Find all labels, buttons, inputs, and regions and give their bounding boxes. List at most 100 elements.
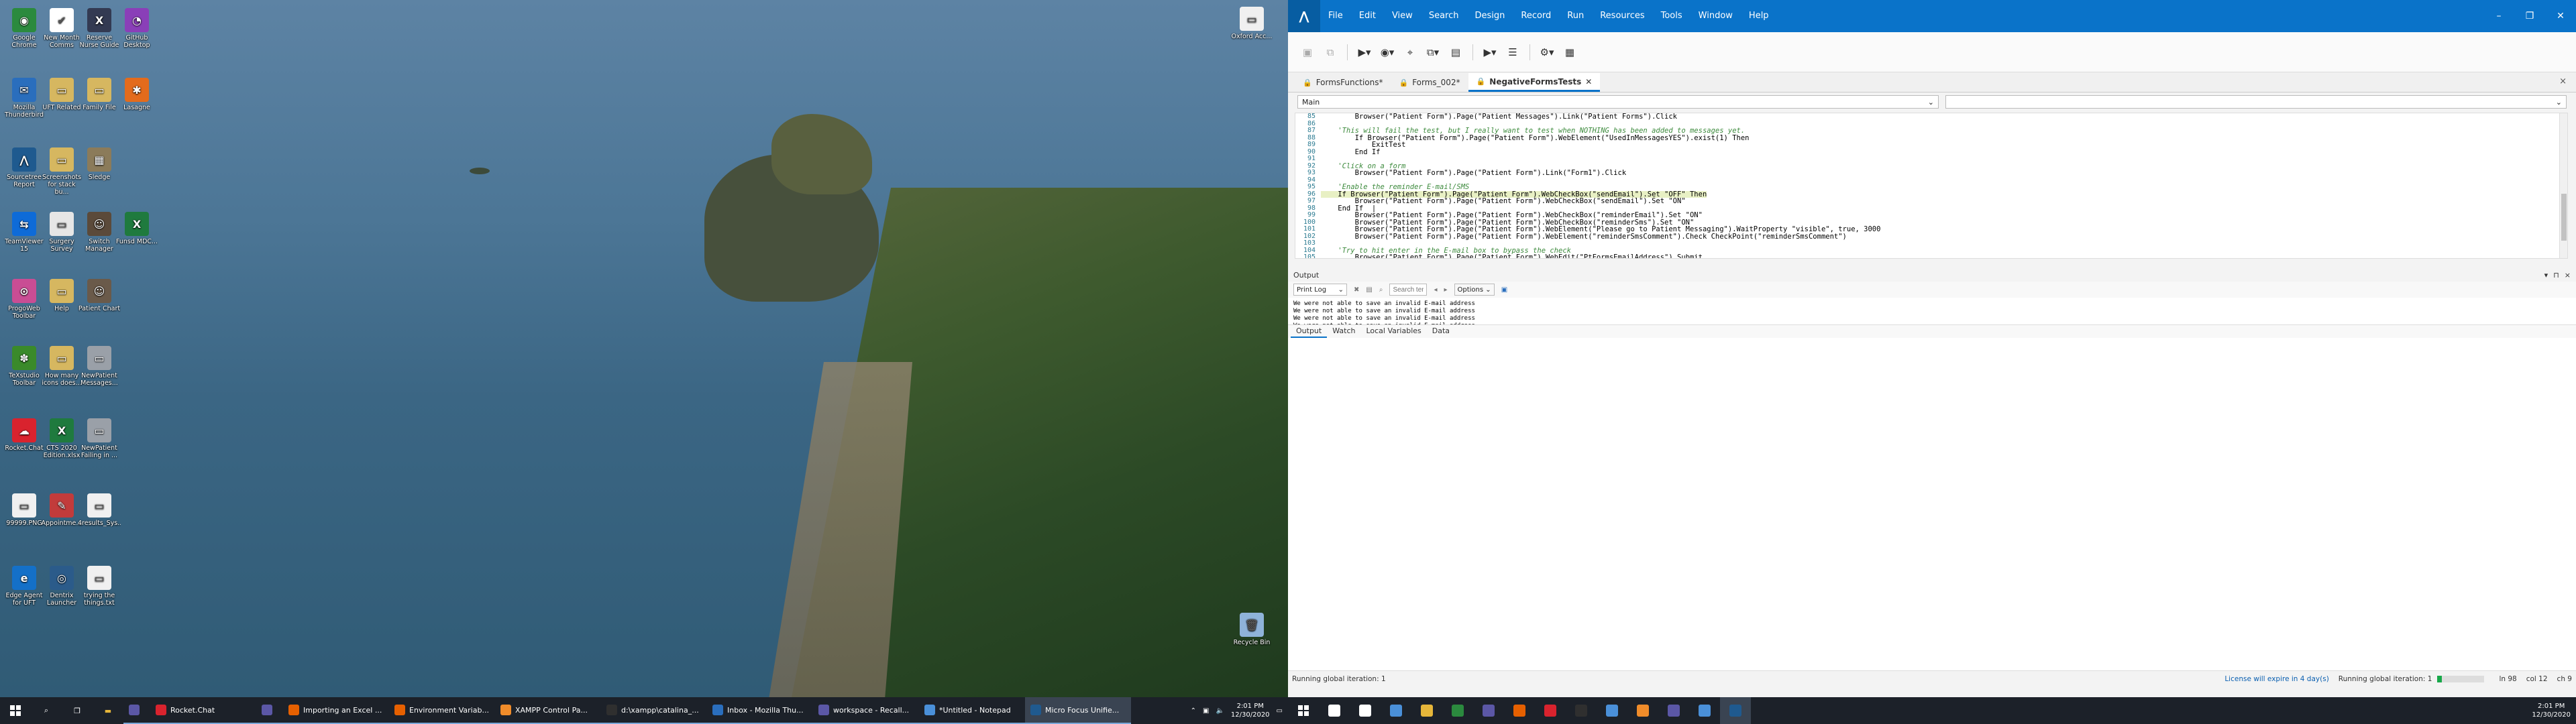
desktop-icon[interactable]: ▭ NewPatient Messages... [78,346,121,387]
desktop-icon[interactable]: 🗑 Recycle Bin [1230,613,1273,646]
chevron-up-icon[interactable]: ⌃ [1191,707,1196,715]
taskbar-app[interactable] [1689,697,1720,724]
desktop-icon[interactable]: ⊙ ProgoWeb Toolbar [3,279,46,320]
scope-select[interactable]: Main ⌄ [1297,95,1939,109]
taskbar-task[interactable]: Inbox - Mozilla Thu... [707,697,813,724]
menu-view[interactable]: View [1384,0,1421,32]
taskbar-app[interactable] [1411,697,1442,724]
menu-resources[interactable]: Resources [1592,0,1652,32]
close-icon[interactable]: × [2565,271,2571,280]
editor-scrollbar[interactable] [2559,113,2567,258]
desktop-icon[interactable]: ◉ Google Chrome [3,8,46,49]
next-icon[interactable]: ▸ [1444,286,1447,294]
taskbar-task[interactable]: *Untitled - Notepad [919,697,1025,724]
desktop-icon[interactable]: ▭ trying the things.txt [78,566,121,607]
desktop-icon[interactable]: ☺ Switch Manager [78,212,121,253]
run-icon[interactable]: ▶▾ [1354,42,1375,62]
menu-file[interactable]: File [1320,0,1351,32]
menu-edit[interactable]: Edit [1351,0,1384,32]
taskbar-app[interactable] [1350,697,1381,724]
taskbar-app[interactable] [1442,697,1473,724]
clear-icon[interactable]: ✖ [1354,286,1359,294]
taskbar-app[interactable] [1566,697,1597,724]
step-icon[interactable]: ▶▾ [1480,42,1500,62]
data-table-icon[interactable]: ▤ [1446,42,1466,62]
desktop-icon[interactable]: ▦ Sledge [78,147,121,181]
wrap-icon[interactable]: ▤ [1366,286,1372,294]
taskbar-app[interactable] [1627,697,1658,724]
taskbar-app[interactable] [1319,697,1350,724]
license-notice[interactable]: License will expire in 4 day(s) [2224,675,2328,683]
taskbar-task[interactable]: Rocket.Chat [150,697,256,724]
close-icon[interactable]: ✕ [2545,11,2576,21]
menu-record[interactable]: Record [1513,0,1559,32]
taskbar-task[interactable] [123,697,150,724]
desktop-icon[interactable]: ✉ Mozilla Thunderbird [3,78,46,119]
close-pane-icon[interactable]: × [2559,76,2567,86]
output-tab[interactable]: Data [1427,325,1455,338]
minimize-icon[interactable]: – [2483,11,2514,21]
gear-icon[interactable]: ⚙▾ [1537,42,1557,62]
desktop-icon[interactable]: ▭ NewPatient Failing in ... [78,418,121,459]
taskbar-app[interactable] [1504,697,1535,724]
options-button[interactable]: Options ⌄ [1454,284,1495,296]
object-repository-icon[interactable]: ⧉▾ [1423,42,1443,62]
notification-icon[interactable]: ▭ [1277,707,1283,715]
desktop-icon[interactable]: ◎ Dentrix Launcher [40,566,83,607]
desktop-icon[interactable]: ☁ Rocket.Chat [3,418,46,452]
copy-icon[interactable]: ⧉ [1320,42,1340,62]
menu-help[interactable]: Help [1741,0,1777,32]
desktop-icon[interactable]: X Reserve Nurse Guide [78,8,121,49]
desktop-icon[interactable]: ▭ UFT Related [40,78,83,111]
search-button[interactable]: ⌕ [31,697,62,724]
desktop-icon[interactable]: ▭ Family File [78,78,121,111]
start-button[interactable] [0,697,31,724]
output-tab[interactable]: Watch [1327,325,1360,338]
desktop-icon[interactable]: X CTS 2020 Edition.xlsx [40,418,83,459]
desktop-icon[interactable]: ✽ TeXstudio Toolbar [3,346,46,387]
desktop-icon[interactable]: X Funsd MDC... [115,212,158,245]
desktop-icon[interactable]: ▭ Oxford Acc... [1230,7,1273,40]
layout-icon[interactable]: ▦ [1560,42,1580,62]
task-view-button[interactable]: ❐ [62,697,93,724]
object-spy-icon[interactable]: ⌖ [1400,42,1420,62]
menu-run[interactable]: Run [1559,0,1592,32]
taskbar-task[interactable]: Importing an Excel ... [283,697,389,724]
taskbar-app[interactable] [1473,697,1504,724]
desktop-icon[interactable]: ▭ Screenshots for stack bu... [40,147,83,196]
taskbar-task[interactable] [256,697,283,724]
volume-icon[interactable]: 🔈 [1216,707,1224,715]
taskbar-clock[interactable]: 2:01 PM 12/30/2020 [1231,702,1270,719]
taskbar-task[interactable]: XAMPP Control Pa... [495,697,601,724]
taskbar-task[interactable]: d:\xampp\catalina_... [601,697,707,724]
desktop-icon[interactable]: ⇆ TeamViewer 15 [3,212,46,253]
menu-design[interactable]: Design [1466,0,1513,32]
file-explorer-button[interactable]: ▬ [93,697,123,724]
menu-window[interactable]: Window [1690,0,1741,32]
network-icon[interactable]: ▣ [1203,707,1209,715]
document-tab[interactable]: 🔒 Forms_002* [1391,73,1468,92]
taskbar-app[interactable] [1658,697,1689,724]
desktop-icon[interactable]: ▭ 99999.PNG [3,493,46,527]
start-button[interactable] [1288,697,1319,724]
desktop-icon[interactable]: ▭ Surgery Survey [40,212,83,253]
desktop-icon[interactable]: ⋀ Sourcetree Report [3,147,46,188]
output-tab[interactable]: Output [1291,325,1328,338]
member-select[interactable]: ⌄ [1945,95,2567,109]
close-tab-icon[interactable]: ✕ [1585,77,1592,86]
desktop-icon[interactable]: ▭ How many icons does... [40,346,83,387]
pin-icon[interactable]: ▾ [2544,271,2548,280]
dock-icon[interactable]: ⊓ [2553,271,2559,280]
taskbar-task[interactable]: Micro Focus Unifie... [1025,697,1131,724]
desktop-icon[interactable]: ◔ GitHub Desktop [115,8,158,49]
prev-icon[interactable]: ◂ [1434,286,1437,294]
taskbar-task[interactable]: Environment Variab... [389,697,495,724]
menu-tools[interactable]: Tools [1653,0,1690,32]
list-icon[interactable]: ☰ [1503,42,1523,62]
maximize-icon[interactable]: ❐ [2514,11,2545,21]
desktop-icon[interactable]: e Edge Agent for UFT [3,566,46,607]
document-tab[interactable]: 🔒 NegativeFormsTests ✕ [1468,73,1601,92]
output-search-input[interactable] [1389,284,1428,296]
taskbar-app[interactable] [1381,697,1411,724]
desktop-icon[interactable]: ▭ 4results_Sys... [78,493,121,527]
